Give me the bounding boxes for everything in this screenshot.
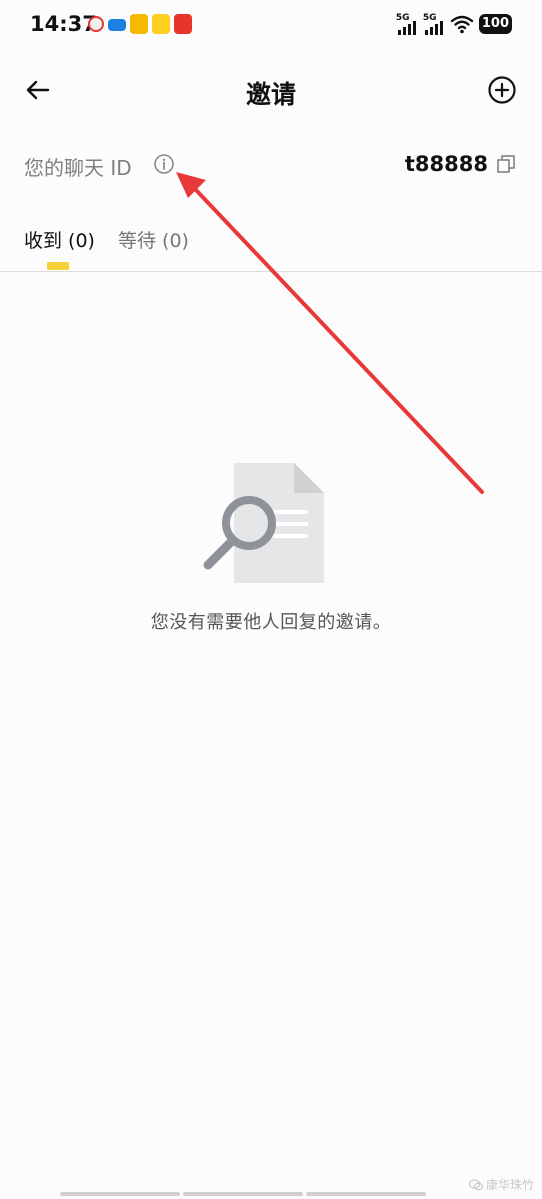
chat-id-label: 您的聊天 ID [24, 156, 132, 180]
watermark-text: 康华珠竹 [485, 1178, 534, 1192]
signal-icon: 5G [423, 13, 445, 35]
classifieds-app-icon [130, 14, 148, 34]
shopping-app-icon [174, 14, 192, 34]
chat-id-row: 您的聊天 ID t88888 [0, 148, 542, 184]
battery-indicator: 100 [478, 14, 512, 34]
tab-received[interactable]: 收到 (0) [24, 226, 95, 253]
add-circle-icon[interactable] [486, 74, 518, 106]
page-title: 邀请 [245, 80, 296, 109]
bottom-bars [60, 1192, 426, 1196]
top-bar: 邀请 [0, 62, 542, 118]
chat-app-icon [108, 19, 126, 31]
status-time: 14:37 [30, 12, 97, 36]
invitation-tabs: 收到 (0) 等待 (0) [0, 222, 542, 272]
document-search-icon [203, 463, 324, 583]
wifi-icon [450, 15, 474, 34]
wechat-logo-icon [468, 1178, 483, 1190]
food-app-icon [152, 14, 170, 34]
signal-icon: 5G [396, 13, 418, 35]
watermark: 康华珠竹 [468, 1176, 534, 1193]
empty-state-message: 您没有需要他人回复的邀请。 [150, 612, 392, 633]
map-app-icon [88, 16, 104, 32]
chat-id-value: t88888 [404, 152, 488, 176]
invitations-screen: 14:37 5G 5G 100 邀请 您的聊天 ID t88888 收到 (0)… [0, 0, 542, 1199]
tab-pending[interactable]: 等待 (0) [118, 226, 189, 253]
notification-icons [88, 14, 192, 34]
system-icons: 5G 5G 100 [396, 13, 512, 35]
info-icon[interactable] [153, 153, 175, 175]
status-bar: 14:37 5G 5G 100 [0, 0, 542, 50]
copy-icon[interactable] [496, 154, 516, 174]
active-tab-indicator [47, 262, 69, 270]
